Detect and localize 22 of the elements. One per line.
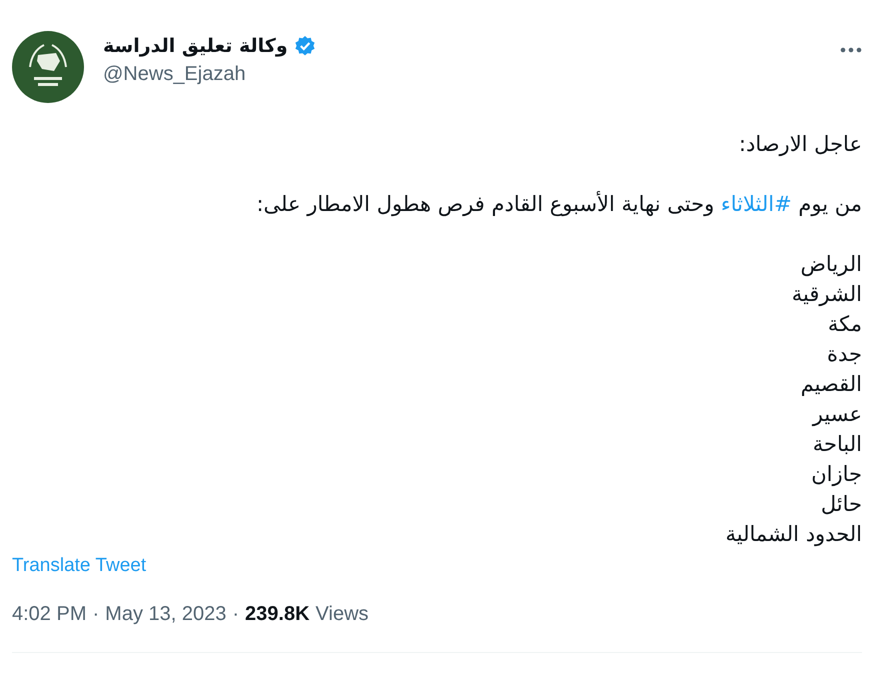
- place-name: الباحة: [812, 431, 862, 458]
- place-name: الرياض: [800, 251, 862, 278]
- place-name: مكة: [828, 311, 862, 338]
- place-name: جدة: [826, 341, 862, 368]
- tweet-date[interactable]: May 13, 2023: [105, 603, 226, 626]
- place-name: عسير: [812, 401, 862, 428]
- account-handle[interactable]: @News_Ejazah: [103, 63, 840, 86]
- separator: ·: [232, 603, 240, 626]
- account-name[interactable]: وكالة تعليق الدراسة: [103, 35, 288, 57]
- place-name: القصيم: [800, 371, 862, 398]
- place-name: الحدود الشمالية: [726, 521, 862, 548]
- tweet-text: من يوم #الثلاثاء وحتى نهاية الأسبوع القادم فرص هطول الامطار على:: [256, 190, 862, 218]
- place-name: جازان: [811, 461, 862, 488]
- place-name: حائل: [820, 491, 862, 518]
- avatar[interactable]: [12, 31, 84, 103]
- place-name: الشرقية: [792, 281, 862, 308]
- views-count: 239.8K: [245, 603, 310, 626]
- more-icon[interactable]: [840, 47, 862, 53]
- tweet-time[interactable]: 4:02 PM: [12, 603, 86, 626]
- separator: ·: [92, 603, 100, 626]
- views-label: Views: [316, 603, 369, 626]
- tweet-text: عاجل الارصاد:: [738, 131, 862, 158]
